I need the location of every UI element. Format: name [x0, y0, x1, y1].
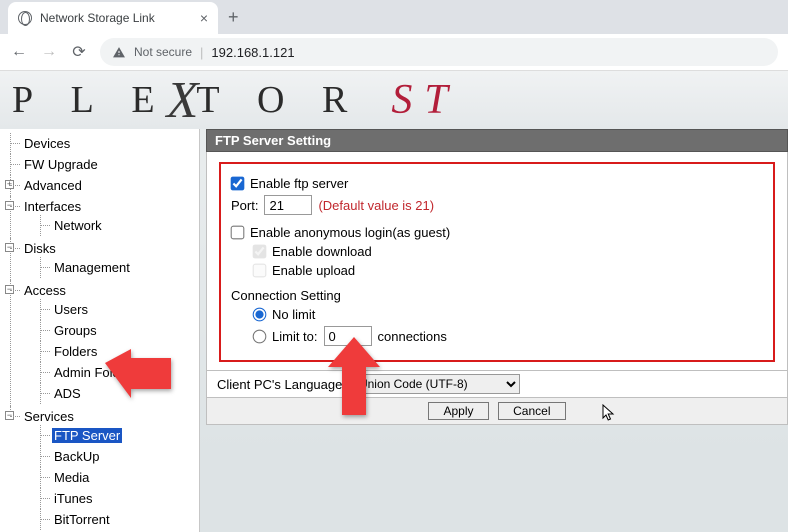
- browser-tab[interactable]: Network Storage Link ×: [8, 2, 218, 34]
- tree-item-services[interactable]: −Services FTP Server BackUp Media iTunes…: [4, 406, 199, 532]
- limit-to-label: Limit to:: [272, 329, 318, 344]
- tree-item-devices[interactable]: Devices: [4, 133, 199, 154]
- enable-download-label: Enable download: [272, 244, 372, 259]
- tree-item-ads[interactable]: ADS: [26, 383, 199, 404]
- tree-item-access[interactable]: −Access Users Groups Folders Admin Folde…: [4, 280, 199, 406]
- tree-item-fw-upgrade[interactable]: FW Upgrade: [4, 154, 199, 175]
- port-default-hint: (Default value is 21): [318, 198, 434, 213]
- browser-chrome: Network Storage Link × + ← → ⟳ Not secur…: [0, 0, 788, 71]
- tree-item-disks[interactable]: −Disks Management: [4, 238, 199, 280]
- cursor-icon: [602, 404, 616, 425]
- url-text: 192.168.1.121: [211, 45, 294, 60]
- close-tab-icon[interactable]: ×: [200, 10, 208, 26]
- collapse-icon[interactable]: −: [5, 285, 14, 294]
- limit-to-radio[interactable]: [253, 329, 267, 343]
- panel-header: FTP Server Setting: [206, 129, 788, 152]
- tab-bar: Network Storage Link × +: [0, 0, 788, 34]
- tree-item-users[interactable]: Users: [26, 299, 199, 320]
- not-secure-label: Not secure: [134, 45, 192, 59]
- brand-logo: P L EXT O R: [12, 71, 361, 129]
- tree-item-admin-folder[interactable]: Admin Folder: [26, 362, 199, 383]
- address-bar: ← → ⟳ Not secure | 192.168.1.121: [0, 34, 788, 70]
- tree-item-bittorrent[interactable]: BitTorrent: [26, 509, 199, 530]
- tree-item-groups[interactable]: Groups: [26, 320, 199, 341]
- main-panel: FTP Server Setting Enable ftp server Por…: [200, 129, 788, 532]
- cancel-button[interactable]: Cancel: [498, 402, 565, 420]
- enable-ftp-label: Enable ftp server: [250, 176, 348, 191]
- enable-anon-label: Enable anonymous login(as guest): [250, 225, 450, 240]
- highlight-box: Enable ftp server Port: (Default value i…: [219, 162, 775, 362]
- back-button[interactable]: ←: [10, 43, 28, 61]
- not-secure-icon: [112, 46, 126, 59]
- nav-tree: Devices FW Upgrade +Advanced −Interfaces…: [4, 133, 199, 532]
- globe-icon: [18, 11, 32, 25]
- connections-label: connections: [378, 329, 447, 344]
- tree-item-management[interactable]: Management: [26, 257, 199, 278]
- collapse-icon[interactable]: −: [5, 201, 14, 210]
- url-field[interactable]: Not secure | 192.168.1.121: [100, 38, 778, 66]
- tab-title: Network Storage Link: [40, 11, 192, 25]
- button-row: Apply Cancel: [206, 398, 788, 425]
- language-label: Client PC's Language:: [217, 377, 346, 392]
- tree-item-interfaces[interactable]: −Interfaces Network: [4, 196, 199, 238]
- enable-download-checkbox: [253, 245, 267, 259]
- enable-anon-checkbox[interactable]: [231, 226, 245, 240]
- tree-item-folders[interactable]: Folders: [26, 341, 199, 362]
- connection-setting-label: Connection Setting: [231, 288, 341, 303]
- logo-bar: P L EXT O R ST: [0, 71, 788, 129]
- tree-item-advanced[interactable]: +Advanced: [4, 175, 199, 196]
- brand-sub: ST: [391, 76, 459, 124]
- apply-button[interactable]: Apply: [428, 402, 488, 420]
- no-limit-radio[interactable]: [253, 308, 267, 322]
- no-limit-label: No limit: [272, 307, 315, 322]
- collapse-icon[interactable]: −: [5, 411, 14, 420]
- sidebar: Devices FW Upgrade +Advanced −Interfaces…: [0, 129, 200, 532]
- forward-button[interactable]: →: [40, 43, 58, 61]
- enable-upload-checkbox: [253, 264, 267, 278]
- new-tab-button[interactable]: +: [228, 7, 239, 28]
- limit-input[interactable]: [324, 326, 372, 346]
- panel-body: Enable ftp server Port: (Default value i…: [206, 152, 788, 371]
- tree-item-media[interactable]: Media: [26, 467, 199, 488]
- page: P L EXT O R ST Devices FW Upgrade +Advan…: [0, 71, 788, 532]
- reload-button[interactable]: ⟳: [70, 42, 88, 62]
- collapse-icon[interactable]: −: [5, 243, 14, 252]
- expand-icon[interactable]: +: [5, 180, 14, 189]
- port-label: Port:: [231, 198, 258, 213]
- tree-item-network[interactable]: Network: [26, 215, 199, 236]
- port-input[interactable]: [264, 195, 312, 215]
- enable-upload-label: Enable upload: [272, 263, 355, 278]
- language-row: Client PC's Language: Union Code (UTF-8): [206, 371, 788, 398]
- tree-item-itunes[interactable]: iTunes: [26, 488, 199, 509]
- language-select[interactable]: Union Code (UTF-8): [352, 374, 520, 394]
- tree-item-ftp-server[interactable]: FTP Server: [26, 425, 199, 446]
- enable-ftp-checkbox[interactable]: [231, 177, 245, 191]
- tree-item-backup[interactable]: BackUp: [26, 446, 199, 467]
